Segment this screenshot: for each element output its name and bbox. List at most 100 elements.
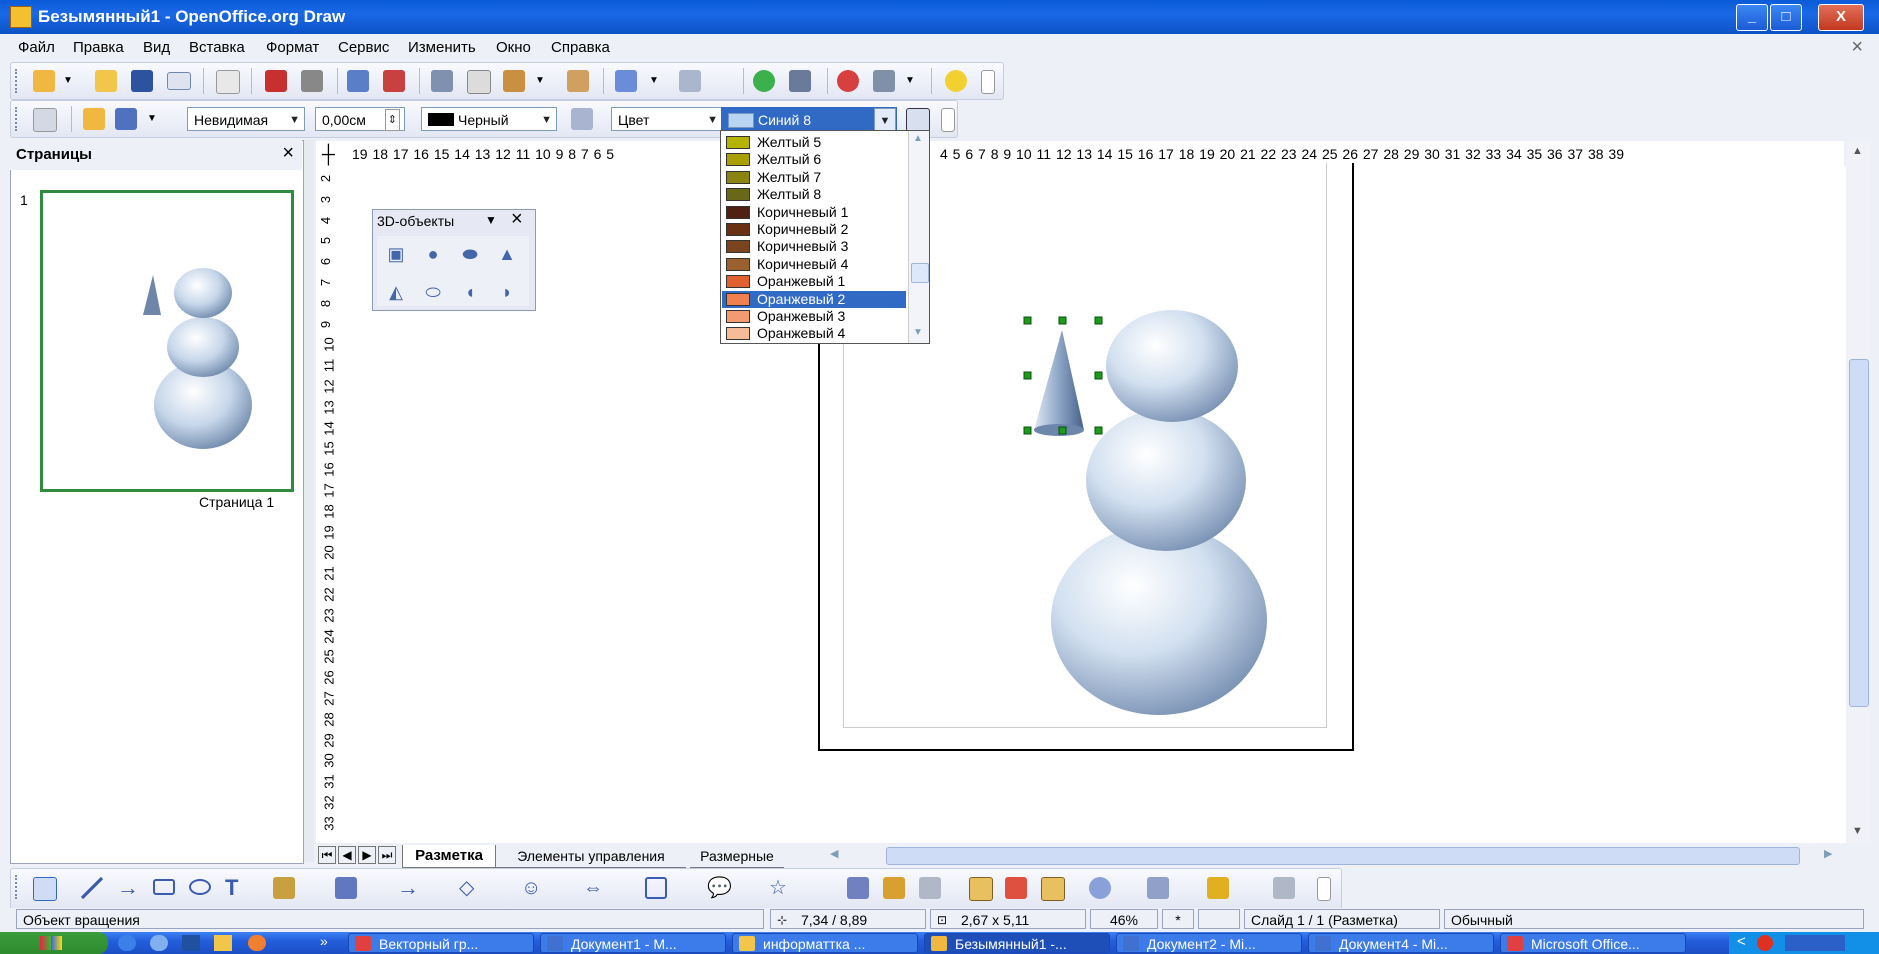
basic-shapes-icon[interactable]: ◇	[459, 877, 481, 899]
snowman-drawing[interactable]	[1000, 300, 1300, 720]
menu-format[interactable]: Формат	[266, 39, 319, 56]
block-arrows-icon[interactable]: ⇔	[583, 877, 605, 899]
line-icon[interactable]	[83, 108, 105, 130]
from-file-icon[interactable]	[969, 877, 993, 901]
minimize-button[interactable]: _	[1736, 4, 1768, 31]
line-style-select[interactable]: Невидимая ▼	[187, 107, 305, 131]
quicklaunch-more-icon[interactable]: »	[320, 933, 328, 949]
cut-icon[interactable]	[431, 70, 453, 92]
scroll-down-icon[interactable]: ▼	[913, 327, 923, 338]
area-color-select[interactable]: Синий 8 ▼	[721, 107, 897, 132]
taskbar-item-doc1[interactable]: Документ1 - М...	[540, 933, 726, 953]
export-pdf-icon[interactable]	[265, 70, 287, 92]
chart-icon[interactable]	[753, 70, 775, 92]
menu-file[interactable]: Файл	[18, 39, 55, 56]
browser-quicklaunch-icon[interactable]	[150, 935, 168, 951]
connector-tool-icon[interactable]	[335, 877, 357, 899]
save-icon[interactable]	[131, 70, 153, 92]
paste-icon[interactable]	[503, 70, 525, 92]
toolbar-grip[interactable]	[15, 875, 20, 899]
color-option[interactable]: Оранжевый 3	[722, 308, 906, 325]
menu-insert[interactable]: Вставка	[189, 39, 245, 56]
color-option[interactable]: Коричневый 1	[722, 204, 906, 221]
last-tab-icon[interactable]: ⏭	[378, 846, 396, 864]
copy-icon[interactable]	[467, 70, 491, 94]
undo-dropdown-icon[interactable]: ▼	[649, 70, 659, 92]
arrange-icon[interactable]	[1207, 877, 1229, 899]
vertical-scrollbar[interactable]: ▲ ▼	[1846, 141, 1870, 843]
scroll-thumb[interactable]	[1849, 359, 1869, 707]
folder-quicklaunch-icon[interactable]	[214, 935, 232, 951]
shadow-icon[interactable]	[906, 108, 930, 132]
color-option[interactable]: Коричневый 2	[722, 221, 906, 238]
color-option[interactable]: Оранжевый 4	[722, 325, 906, 342]
shell-icon[interactable]: ◖	[457, 280, 483, 304]
toolbar-overflow-icon[interactable]	[1317, 877, 1331, 901]
torus-icon[interactable]: ⬭	[420, 280, 446, 304]
tab-dimension-lines[interactable]: Размерные	[690, 845, 784, 868]
gallery-tool-icon[interactable]	[1005, 877, 1027, 899]
clock-quicklaunch-icon[interactable]	[248, 935, 266, 951]
navigator-icon[interactable]	[789, 70, 811, 92]
align-icon[interactable]	[1147, 877, 1169, 899]
panel-splitter[interactable]	[304, 140, 314, 862]
edit-file-icon[interactable]	[216, 70, 240, 94]
maximize-button[interactable]: □	[1770, 4, 1802, 31]
extrusion-icon[interactable]	[1041, 877, 1065, 901]
area-style-select[interactable]: Цвет ▼	[611, 107, 723, 131]
email-icon[interactable]	[167, 72, 191, 90]
line-color-select[interactable]: Черный ▼	[421, 107, 557, 131]
arrow-style-icon[interactable]	[115, 108, 137, 130]
taskbar-item-doc2[interactable]: Документ2 - Mi...	[1116, 933, 1302, 953]
menu-window[interactable]: Окно	[496, 39, 531, 56]
paste-dropdown-icon[interactable]: ▼	[535, 70, 545, 92]
spin-icon[interactable]: ⇕	[384, 109, 400, 131]
first-tab-icon[interactable]: ⏮	[318, 846, 336, 864]
new-dropdown-icon[interactable]: ▼	[63, 70, 73, 92]
toolbar-overflow-icon[interactable]	[941, 108, 955, 132]
close-icon[interactable]: ×	[282, 142, 294, 165]
help-icon[interactable]	[945, 70, 967, 92]
prev-tab-icon[interactable]: ◀	[338, 846, 356, 864]
color-option[interactable]: Желтый 6	[722, 151, 906, 168]
antivirus-tray-icon[interactable]	[1757, 935, 1773, 951]
clock-tray-icon[interactable]	[1785, 935, 1845, 951]
scroll-right-icon[interactable]: ▶	[1824, 847, 1832, 860]
arrow-style-dropdown-icon[interactable]: ▼	[147, 108, 157, 130]
select-arrow-icon[interactable]	[33, 877, 57, 901]
status-zoom[interactable]: 46%	[1090, 909, 1158, 929]
page-thumbnail[interactable]	[40, 190, 294, 492]
toolbar-overflow-icon[interactable]	[981, 70, 995, 94]
next-tab-icon[interactable]: ▶	[358, 846, 376, 864]
menu-modify[interactable]: Изменить	[408, 39, 476, 56]
color-option[interactable]: Желтый 5	[722, 134, 906, 151]
menu-view[interactable]: Вид	[143, 39, 170, 56]
flowchart-icon[interactable]	[645, 877, 667, 899]
taskbar-item-doc4[interactable]: Документ4 - Mi...	[1308, 933, 1494, 953]
color-option[interactable]: Оранжевый 2	[722, 290, 906, 308]
pyramid-icon[interactable]: ◭	[383, 280, 409, 304]
horizontal-scroll-thumb[interactable]	[886, 847, 1800, 865]
tray-expand-icon[interactable]: <	[1737, 933, 1746, 950]
dropdown-scrollbar[interactable]: ▲ ▼	[908, 131, 929, 343]
taskbar-item-folder[interactable]: информаттка ...	[732, 933, 918, 953]
curve-tool-icon[interactable]	[273, 877, 295, 899]
color-option[interactable]: Желтый 8	[722, 186, 906, 203]
color-option[interactable]: Коричневый 3	[722, 238, 906, 255]
text-tool-icon[interactable]: T	[225, 877, 247, 899]
open-folder-icon[interactable]	[95, 70, 117, 92]
close-document-icon[interactable]: ×	[1851, 36, 1863, 59]
rectangle-tool-icon[interactable]	[153, 879, 175, 895]
symbol-shapes-icon[interactable]: ☺	[521, 877, 543, 899]
tab-controls[interactable]: Элементы управления	[496, 845, 686, 868]
new-document-icon[interactable]	[33, 70, 55, 92]
toolbar-grip[interactable]	[15, 107, 20, 131]
glue-points-icon[interactable]	[883, 877, 905, 899]
ellipse-tool-icon[interactable]	[189, 879, 211, 895]
half-sphere-icon[interactable]: ◗	[494, 280, 520, 304]
menu-edit[interactable]: Правка	[73, 39, 124, 56]
autospellcheck-icon[interactable]	[383, 70, 405, 92]
styles-icon[interactable]	[33, 108, 57, 132]
close-button[interactable]: X	[1818, 4, 1864, 31]
rotate-icon[interactable]	[1089, 877, 1111, 899]
